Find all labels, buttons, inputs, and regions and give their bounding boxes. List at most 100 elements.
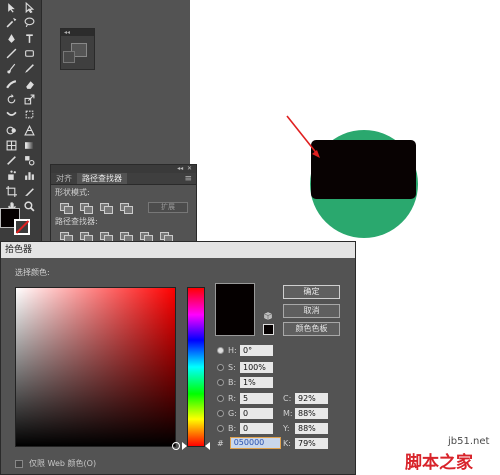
black-field: K: 79% (283, 437, 328, 449)
stroke-color-swatch[interactable] (14, 219, 30, 235)
divide-icon[interactable] (59, 231, 73, 243)
cyan-input[interactable]: 92% (295, 392, 328, 404)
brightness-radio[interactable] (217, 378, 224, 386)
width-tool-icon[interactable] (4, 109, 18, 121)
saturation-radio[interactable] (217, 363, 224, 371)
hue-slider-handle-left[interactable] (182, 442, 187, 450)
free-transform-tool-icon[interactable] (23, 109, 37, 121)
web-only-option[interactable]: 仅限 Web 颜色(O) (15, 458, 96, 469)
trim-icon[interactable] (79, 231, 93, 243)
magic-wand-tool-icon[interactable] (4, 17, 18, 29)
saturation-input[interactable]: 100% (240, 361, 273, 373)
red-input[interactable]: 5 (240, 392, 273, 404)
blend-tool-icon[interactable] (23, 155, 37, 167)
cancel-button[interactable]: 取消 (283, 304, 340, 318)
panel-menu-icon[interactable]: ≡ (184, 173, 196, 184)
hue-field: H: 0° (217, 344, 273, 356)
line-tool-icon[interactable] (4, 48, 18, 60)
web-only-checkbox[interactable] (15, 459, 23, 468)
crop-icon[interactable] (119, 231, 133, 243)
shape-modes-row: 扩展 (51, 200, 196, 214)
tool-row (0, 184, 41, 199)
panel-dock-bar[interactable]: ◂◂ (61, 29, 94, 36)
color-selector-ring[interactable] (172, 442, 180, 450)
symbol-sprayer-tool-icon[interactable] (4, 170, 18, 182)
pathfinder-panel: ◂◂ ✕ 对齐 路径查找器 ≡ 形状模式: 扩展 路径查找器: (50, 164, 197, 244)
saturation-brightness-field[interactable] (15, 287, 180, 450)
gradient-tool-icon[interactable] (23, 139, 37, 151)
hex-field: # 050000 (217, 437, 281, 449)
tool-row (0, 122, 41, 137)
paintbrush-tool-icon[interactable] (4, 63, 18, 75)
intersect-icon[interactable] (99, 202, 113, 214)
blue-input[interactable]: 0 (240, 422, 273, 434)
tab-pathfinder[interactable]: 路径查找器 (77, 173, 127, 184)
tab-align[interactable]: 对齐 (51, 173, 77, 184)
eyedropper-tool-icon[interactable] (4, 155, 18, 167)
tool-row (0, 168, 41, 183)
type-tool-icon[interactable] (23, 32, 37, 44)
brightness-input[interactable]: 1% (240, 376, 273, 388)
hue-slider[interactable] (187, 287, 205, 447)
zoom-tool-icon[interactable] (23, 201, 37, 213)
blob-brush-tool-icon[interactable] (4, 78, 18, 90)
yellow-label: Y: (283, 423, 290, 433)
yellow-field: Y: 88% (283, 422, 328, 434)
direct-select-tool-icon[interactable] (23, 2, 37, 14)
artboard-tool-icon[interactable] (4, 185, 18, 197)
green-radio[interactable] (217, 409, 224, 417)
collapsed-panel-dock[interactable]: ◂◂ (60, 28, 95, 70)
black-input[interactable]: 79% (295, 437, 328, 449)
color-picker-dialog: 拾色器 选择颜色: 确定 取消 颜色色板 H: 0° S: 100% B: 1%… (0, 241, 356, 475)
column-graph-tool-icon[interactable] (23, 170, 37, 182)
hue-radio[interactable] (217, 346, 224, 354)
blue-radio[interactable] (217, 424, 224, 432)
minus-front-icon[interactable] (79, 202, 93, 214)
green-label: G: (228, 408, 237, 418)
expand-button[interactable]: 扩展 (148, 201, 188, 213)
rotate-tool-icon[interactable] (4, 93, 18, 105)
shape-builder-tool-icon[interactable] (4, 124, 18, 136)
brightness-field: B: 1% (217, 376, 273, 388)
minus-back-icon[interactable] (159, 231, 173, 243)
hue-slider-handle-right[interactable] (205, 442, 210, 450)
perspective-grid-tool-icon[interactable] (23, 124, 37, 136)
hue-input[interactable]: 0° (240, 344, 273, 356)
tool-row (0, 61, 41, 76)
panel-tabs: 对齐 路径查找器 ≡ (51, 173, 196, 185)
hex-input[interactable]: 050000 (229, 437, 281, 449)
tool-row (0, 15, 41, 30)
color-swatches-button[interactable]: 颜色色板 (283, 322, 340, 336)
pen-tool-icon[interactable] (4, 32, 18, 44)
scale-tool-icon[interactable] (23, 93, 37, 105)
tool-row (0, 107, 41, 122)
red-arrow-annotation (286, 115, 320, 158)
black-label: K: (283, 438, 291, 448)
green-input[interactable]: 0 (240, 407, 273, 419)
blue-field: B: 0 (217, 422, 273, 434)
magenta-input[interactable]: 88% (295, 407, 328, 419)
mesh-tool-icon[interactable] (4, 139, 18, 151)
tool-row (0, 153, 41, 168)
yellow-input[interactable]: 88% (295, 422, 328, 434)
exclude-icon[interactable] (119, 202, 133, 214)
magenta-label: M: (283, 408, 293, 418)
outline-icon[interactable] (139, 231, 153, 243)
red-radio[interactable] (217, 394, 224, 402)
watermark-brand: 脚本之家 (405, 453, 473, 473)
panel-collapse-bar[interactable]: ◂◂ ✕ (51, 165, 196, 173)
selection-tool-icon[interactable] (4, 2, 18, 14)
merge-icon[interactable] (99, 231, 113, 243)
nearest-color-swatch[interactable] (263, 324, 274, 335)
black-rounded-rectangle-shape[interactable] (311, 140, 416, 199)
pencil-tool-icon[interactable] (23, 63, 37, 75)
panel-icon[interactable] (63, 51, 75, 63)
web-color-cube-icon[interactable] (264, 312, 272, 320)
rectangle-tool-icon[interactable] (23, 48, 37, 60)
eraser-tool-icon[interactable] (23, 78, 37, 90)
unite-icon[interactable] (59, 202, 73, 214)
lasso-tool-icon[interactable] (23, 17, 37, 29)
slice-tool-icon[interactable] (23, 185, 37, 197)
shape-modes-label: 形状模式: (55, 188, 90, 197)
ok-button[interactable]: 确定 (283, 285, 340, 299)
